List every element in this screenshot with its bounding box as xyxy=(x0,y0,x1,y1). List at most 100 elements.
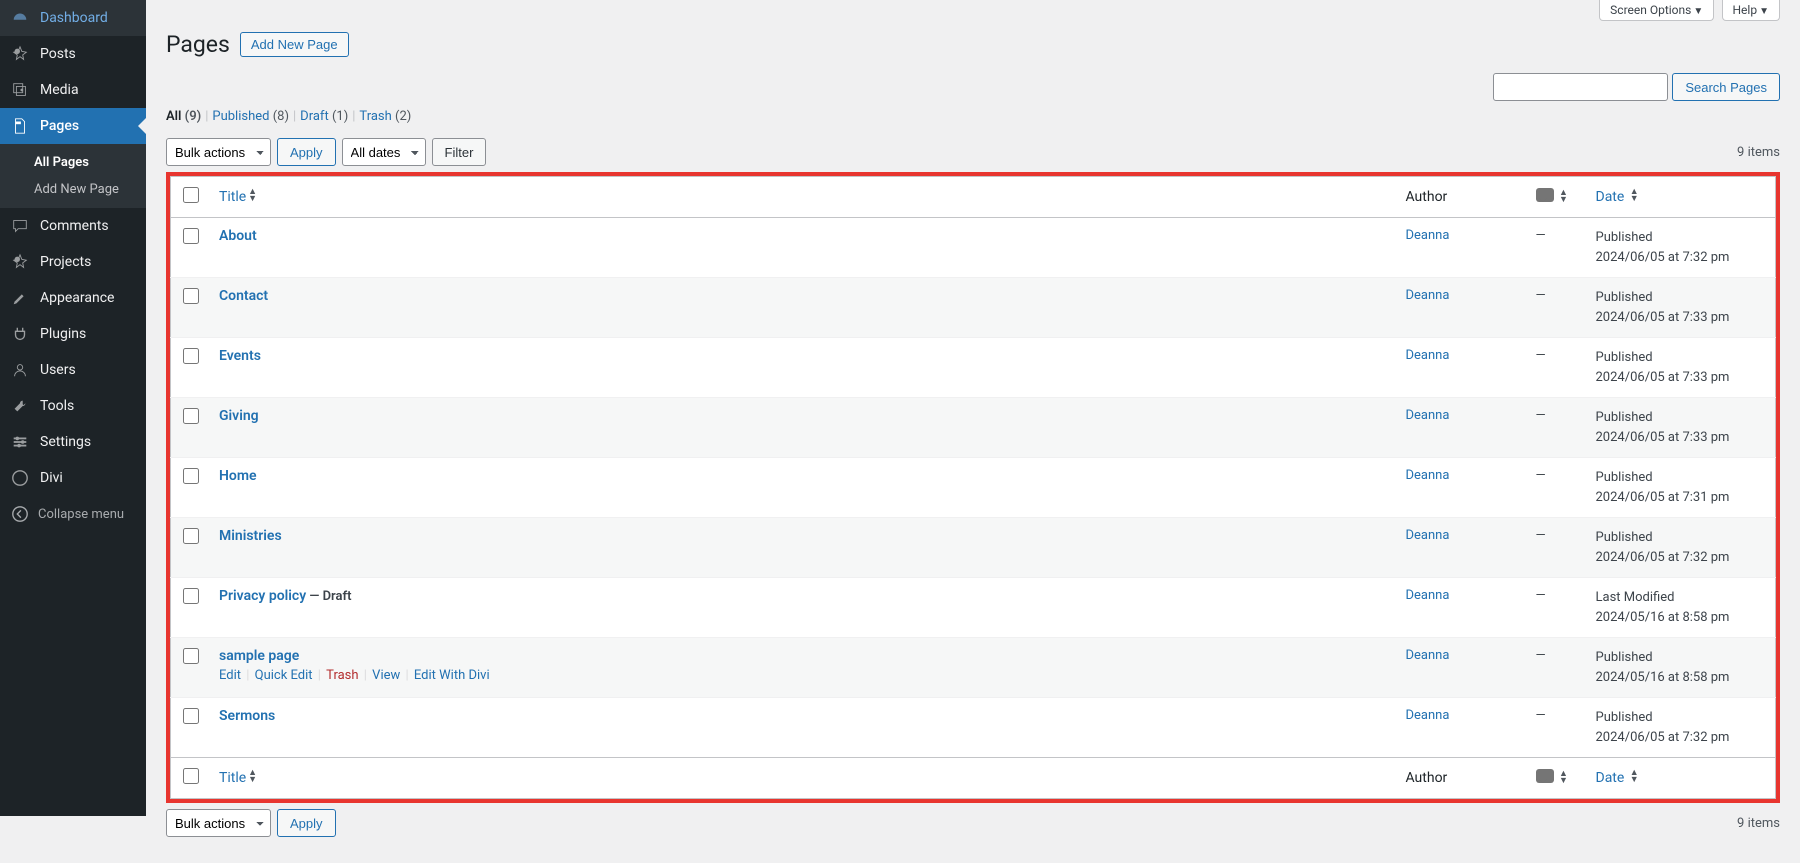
row-checkbox[interactable] xyxy=(183,468,199,484)
collapse-menu[interactable]: Collapse menu xyxy=(0,496,146,532)
sidebar-item-plugins[interactable]: Plugins xyxy=(0,316,146,352)
comments-column-header[interactable]: ▲▼ xyxy=(1526,177,1586,218)
pin-icon xyxy=(10,252,30,272)
comments-column-footer[interactable]: ▲▼ xyxy=(1526,758,1586,799)
sidebar-item-dashboard[interactable]: Dashboard xyxy=(0,0,146,36)
title-column-footer[interactable]: Title▲▼ xyxy=(209,758,1396,799)
filter-button[interactable]: Filter xyxy=(432,138,487,166)
items-count: 9 items xyxy=(1737,145,1780,160)
author-link[interactable]: Deanna xyxy=(1406,648,1450,663)
comments-cell: — xyxy=(1526,638,1586,698)
comments-cell: — xyxy=(1526,278,1586,338)
page-title-link[interactable]: About xyxy=(219,228,257,244)
screen-options-tab[interactable]: Screen Options▼ xyxy=(1599,0,1714,21)
row-checkbox[interactable] xyxy=(183,348,199,364)
author-link[interactable]: Deanna xyxy=(1406,288,1450,303)
admin-sidebar: Dashboard Posts Media Pages All PagesAdd New… xyxy=(0,0,146,816)
table-row: AboutDeanna—Published2024/06/05 at 7:32 … xyxy=(171,218,1776,278)
submenu: All PagesAdd New Page xyxy=(0,144,146,208)
page-title-link[interactable]: Events xyxy=(219,348,261,364)
sidebar-item-label: Pages xyxy=(40,118,79,134)
table-row: sample pageEdit | Quick Edit | Trash | V… xyxy=(171,638,1776,698)
page-title-link[interactable]: sample page xyxy=(219,648,299,664)
page-title-link[interactable]: Ministries xyxy=(219,528,282,544)
sidebar-item-label: Tools xyxy=(40,398,74,414)
page-title-link[interactable]: Privacy policy xyxy=(219,588,306,604)
filter-link-published[interactable]: Published (8) xyxy=(212,109,289,124)
row-action-view[interactable]: View xyxy=(372,668,400,683)
page-title-link[interactable]: Giving xyxy=(219,408,259,424)
author-link[interactable]: Deanna xyxy=(1406,708,1450,723)
page-title-link[interactable]: Home xyxy=(219,468,257,484)
submenu-item-all-pages[interactable]: All Pages xyxy=(0,149,146,176)
search-input[interactable] xyxy=(1493,73,1668,101)
row-checkbox[interactable] xyxy=(183,588,199,604)
divi-icon xyxy=(10,468,30,488)
pages-icon xyxy=(10,116,30,136)
users-icon xyxy=(10,360,30,380)
row-checkbox[interactable] xyxy=(183,288,199,304)
date-cell: Published2024/06/05 at 7:31 pm xyxy=(1586,458,1776,518)
sidebar-item-label: Settings xyxy=(40,434,91,450)
submenu-item-add-new-page[interactable]: Add New Page xyxy=(0,176,146,203)
row-checkbox[interactable] xyxy=(183,648,199,664)
author-column-header[interactable]: Author xyxy=(1396,177,1526,218)
filter-link-draft[interactable]: Draft (1) xyxy=(300,109,348,124)
date-cell: Last Modified2024/05/16 at 8:58 pm xyxy=(1586,578,1776,638)
apply-button[interactable]: Apply xyxy=(277,138,336,166)
author-link[interactable]: Deanna xyxy=(1406,528,1450,543)
row-action-quick-edit[interactable]: Quick Edit xyxy=(255,668,313,683)
date-cell: Published2024/06/05 at 7:33 pm xyxy=(1586,278,1776,338)
row-checkbox[interactable] xyxy=(183,708,199,724)
sidebar-item-label: Projects xyxy=(40,254,91,270)
date-filter-select[interactable]: All dates xyxy=(342,138,426,166)
table-row: GivingDeanna—Published2024/06/05 at 7:33… xyxy=(171,398,1776,458)
page-title-link[interactable]: Contact xyxy=(219,288,268,304)
row-checkbox[interactable] xyxy=(183,528,199,544)
select-all-checkbox[interactable] xyxy=(183,187,199,203)
page-title-link[interactable]: Sermons xyxy=(219,708,275,724)
comments-cell: — xyxy=(1526,518,1586,578)
tablenav-top: Bulk actions Apply All dates Filter 9 it… xyxy=(166,132,1780,172)
search-pages-button[interactable]: Search Pages xyxy=(1672,73,1780,101)
author-link[interactable]: Deanna xyxy=(1406,408,1450,423)
pages-table: Title▲▼ Author ▲▼ Date ▲▼ AboutDeanna—Pu… xyxy=(170,176,1776,799)
apply-button-bottom[interactable]: Apply xyxy=(277,809,336,837)
sidebar-item-media[interactable]: Media xyxy=(0,72,146,108)
comments-cell: — xyxy=(1526,338,1586,398)
sidebar-item-posts[interactable]: Posts xyxy=(0,36,146,72)
author-link[interactable]: Deanna xyxy=(1406,348,1450,363)
row-checkbox[interactable] xyxy=(183,228,199,244)
add-new-page-button[interactable]: Add New Page xyxy=(240,32,349,57)
sort-icon: ▲▼ xyxy=(1630,770,1639,784)
sidebar-item-label: Posts xyxy=(40,46,76,62)
row-checkbox[interactable] xyxy=(183,408,199,424)
author-link[interactable]: Deanna xyxy=(1406,588,1450,603)
sidebar-item-appearance[interactable]: Appearance xyxy=(0,280,146,316)
sidebar-item-users[interactable]: Users xyxy=(0,352,146,388)
sidebar-item-settings[interactable]: Settings xyxy=(0,424,146,460)
author-link[interactable]: Deanna xyxy=(1406,228,1450,243)
filter-link-all[interactable]: All (9) xyxy=(166,109,201,124)
select-all-checkbox[interactable] xyxy=(183,768,199,784)
author-link[interactable]: Deanna xyxy=(1406,468,1450,483)
title-column-header[interactable]: Title▲▼ xyxy=(209,177,1396,218)
bulk-actions-select-bottom[interactable]: Bulk actions xyxy=(166,809,271,837)
sidebar-item-tools[interactable]: Tools xyxy=(0,388,146,424)
date-column-header[interactable]: Date ▲▼ xyxy=(1586,177,1776,218)
help-tab[interactable]: Help▼ xyxy=(1722,0,1781,21)
date-column-footer[interactable]: Date ▲▼ xyxy=(1586,758,1776,799)
author-column-footer[interactable]: Author xyxy=(1396,758,1526,799)
sidebar-item-pages[interactable]: Pages xyxy=(0,108,146,144)
sidebar-item-projects[interactable]: Projects xyxy=(0,244,146,280)
sidebar-item-comments[interactable]: Comments xyxy=(0,208,146,244)
row-action-edit-with-divi[interactable]: Edit With Divi xyxy=(414,668,490,683)
date-cell: Published2024/05/16 at 8:58 pm xyxy=(1586,638,1776,698)
row-action-trash[interactable]: Trash xyxy=(326,668,358,683)
sidebar-item-divi[interactable]: Divi xyxy=(0,460,146,496)
filter-link-trash[interactable]: Trash (2) xyxy=(359,109,411,124)
table-row: MinistriesDeanna—Published2024/06/05 at … xyxy=(171,518,1776,578)
sidebar-item-label: Divi xyxy=(40,470,63,486)
bulk-actions-select[interactable]: Bulk actions xyxy=(166,138,271,166)
row-action-edit[interactable]: Edit xyxy=(219,668,241,683)
